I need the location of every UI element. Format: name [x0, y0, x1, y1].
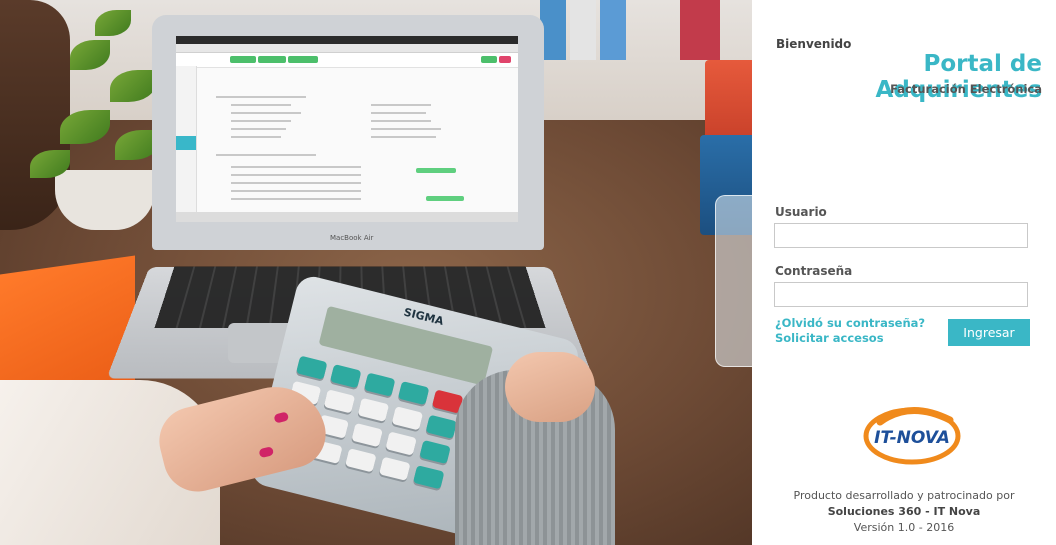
- water-glass: [715, 195, 752, 367]
- password-label: Contraseña: [775, 264, 853, 278]
- logo-text: IT-NOVA: [874, 428, 950, 448]
- hero-photo: MacBook Air SIGMA: [0, 0, 752, 545]
- forgot-password-link[interactable]: ¿Olvidó su contraseña?: [775, 316, 925, 330]
- username-label: Usuario: [775, 205, 827, 219]
- calculator-brand: SIGMA: [402, 305, 445, 328]
- username-field[interactable]: [774, 223, 1028, 248]
- login-panel: Bienvenido Portal de Adquirientes Factur…: [752, 0, 1056, 545]
- footer-version: Versión 1.0 - 2016: [853, 521, 955, 534]
- footer-company: Soluciones 360 - IT Nova: [827, 505, 981, 518]
- laptop-screen: [176, 36, 518, 222]
- password-field[interactable]: [774, 282, 1028, 307]
- it-nova-logo: IT-NOVA: [863, 407, 961, 465]
- laptop-brand: MacBook Air: [330, 234, 374, 242]
- footer-credit: Producto desarrollado y patrocinado por: [793, 489, 1015, 502]
- portal-subtitle: Facturación Electrónica: [890, 82, 1042, 96]
- welcome-text: Bienvenido: [776, 37, 852, 51]
- request-access-link[interactable]: Solicitar accesos: [775, 331, 884, 345]
- plant-pot: [55, 170, 155, 230]
- shelf-binder: [570, 0, 596, 60]
- red-book: [705, 60, 752, 140]
- right-hand: [505, 352, 595, 422]
- shelf-binder: [680, 0, 720, 60]
- shelf-binder: [600, 0, 626, 60]
- login-button[interactable]: Ingresar: [948, 319, 1030, 346]
